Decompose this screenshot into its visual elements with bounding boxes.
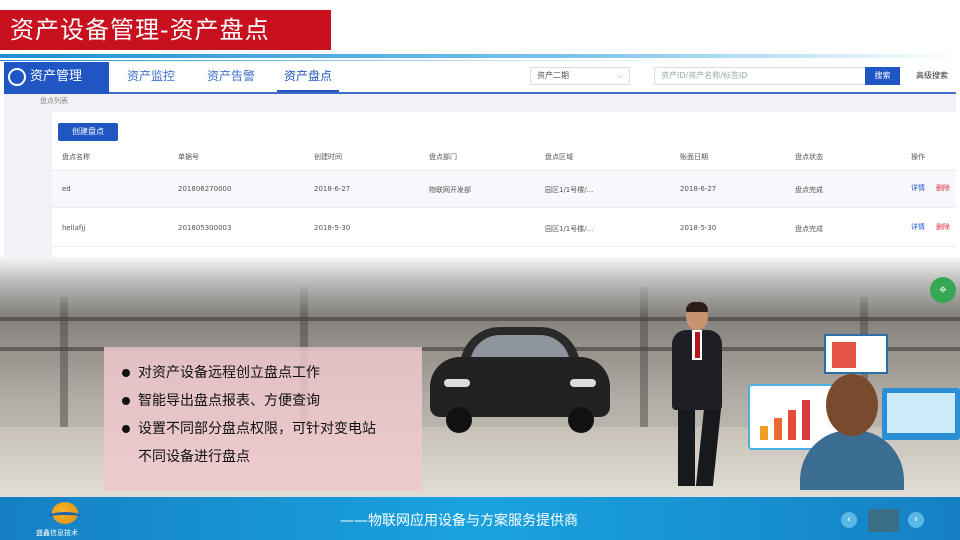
- row-divider: [52, 207, 956, 208]
- report-page: [832, 342, 856, 368]
- logo-wave: [48, 512, 82, 522]
- asset-app-window: 资产管理 资产监控 资产告警 资产盘点 资产二期 ⌵ 资产ID/资产名称/标签I…: [4, 62, 956, 257]
- title-divider-thin: [0, 60, 700, 61]
- chart-bar: [802, 400, 810, 440]
- delete-link[interactable]: 删除: [936, 222, 950, 232]
- photo-fade: [0, 257, 960, 317]
- tab-asset-inventory[interactable]: 资产盘点: [277, 62, 339, 92]
- bullet-dot-icon: [122, 425, 130, 433]
- analyst-illustration: [748, 328, 960, 490]
- table-header: 盘点区域: [545, 153, 573, 161]
- chevron-left-icon[interactable]: ‹: [841, 512, 857, 528]
- car-headlight: [570, 379, 596, 387]
- search-button[interactable]: 搜索: [865, 67, 900, 85]
- feature-text: 智能导出盘点报表、方便查询: [138, 393, 320, 409]
- tab-asset-alarm[interactable]: 资产告警: [196, 62, 266, 92]
- chart-bar: [774, 418, 782, 440]
- network-logo-icon: [8, 68, 26, 86]
- detail-link[interactable]: 详情: [911, 222, 925, 232]
- cell-status: 盘点完成: [795, 225, 823, 233]
- pillar: [60, 297, 68, 437]
- bullet-dot-icon: [122, 397, 130, 405]
- chart-bar: [760, 426, 768, 440]
- slide-title: 资产设备管理-资产盘点: [0, 10, 331, 50]
- project-select-value: 资产二期: [537, 71, 569, 80]
- report-book-icon: [824, 334, 888, 374]
- businessman-illustration: [668, 302, 728, 490]
- laptop-screen: [887, 393, 955, 433]
- cell-book-date: 2018-6-27: [680, 185, 717, 193]
- table-header: 操作: [911, 153, 925, 161]
- cell-status: 盘点完成: [795, 186, 823, 194]
- person-head: [826, 374, 878, 436]
- company-name: 盛鑫信息技术: [36, 529, 78, 537]
- slide: 资产设备管理-资产盘点 资产管理 资产监控 资产告警 资产盘点 资产二期 ⌵ 资…: [0, 0, 960, 540]
- feature-item: 对资产设备远程创立盘点工作: [120, 359, 406, 387]
- row-divider: [52, 246, 956, 247]
- cell-created: 2018-6-27: [314, 185, 351, 193]
- chart-bar: [788, 410, 796, 440]
- car-headlight: [444, 379, 470, 387]
- chevron-right-icon[interactable]: ›: [908, 512, 924, 528]
- feature-list: 对资产设备远程创立盘点工作 智能导出盘点报表、方便查询 设置不同部分盘点权限，可…: [104, 347, 422, 490]
- project-select[interactable]: 资产二期 ⌵: [530, 67, 630, 85]
- location-pin-icon: ⌖: [930, 277, 956, 303]
- cell-area: 园区1/1号楼/...: [545, 225, 594, 233]
- cell-dept: 物联网开发部: [429, 186, 471, 194]
- table-header: 盘点状态: [795, 153, 823, 161]
- cell-area: 园区1/1号楼/...: [545, 186, 594, 194]
- feature-text: 对资产设备远程创立盘点工作: [138, 365, 320, 381]
- app-logo-text: 资产管理: [30, 69, 83, 84]
- man-leg: [695, 408, 722, 486]
- cell-doc-no: 201806270000: [178, 185, 232, 193]
- detail-link[interactable]: 详情: [911, 183, 925, 193]
- table-header: 创建时间: [314, 153, 342, 161]
- car-wheel: [568, 407, 594, 433]
- bullet-dot-icon: [122, 369, 130, 377]
- table-header: 账面日期: [680, 153, 708, 161]
- car-illustration: [430, 317, 610, 437]
- create-inventory-button[interactable]: 创建盘点: [58, 123, 118, 141]
- man-hair: [686, 302, 708, 312]
- delete-link[interactable]: 删除: [936, 183, 950, 193]
- table-header: 盘点部门: [429, 153, 457, 161]
- feature-text: 不同设备进行盘点: [138, 449, 250, 465]
- row-divider: [52, 170, 956, 171]
- advanced-search-link[interactable]: 高级搜索: [910, 67, 954, 85]
- tab-asset-monitor[interactable]: 资产监控: [116, 62, 186, 92]
- home-button[interactable]: [868, 509, 899, 532]
- table-header: 单据号: [178, 153, 199, 161]
- inventory-panel: 创建盘点 盘点名称 单据号 创建时间 盘点部门 盘点区域 账面日期 盘点状态 操…: [52, 112, 956, 257]
- feature-text: 设置不同部分盘点权限，可针对变电站: [138, 421, 376, 437]
- table-header: 盘点名称: [62, 153, 90, 161]
- app-logo[interactable]: 资产管理: [4, 62, 109, 94]
- car-wheel: [446, 407, 472, 433]
- man-leg: [678, 408, 695, 486]
- feature-item: 设置不同部分盘点权限，可针对变电站: [120, 415, 406, 443]
- feature-item: 智能导出盘点报表、方便查询: [120, 387, 406, 415]
- footer-slogan: ——物联网应用设备与方案服务提供商: [340, 513, 578, 529]
- chevron-down-icon: ⌵: [616, 71, 623, 80]
- cell-name: hellafjj: [62, 224, 86, 232]
- app-header: 资产管理 资产监控 资产告警 资产盘点 资产二期 ⌵ 资产ID/资产名称/标签I…: [4, 62, 956, 94]
- laptop-icon: [882, 388, 960, 440]
- breadcrumb: 盘点列表: [40, 97, 68, 105]
- feature-item-continued: 不同设备进行盘点: [120, 443, 406, 471]
- cell-name: ed: [62, 185, 71, 193]
- cell-book-date: 2018-5-30: [680, 224, 717, 232]
- cell-created: 2018-5-30: [314, 224, 351, 232]
- title-divider: [0, 54, 960, 58]
- man-tie: [695, 332, 700, 358]
- cell-doc-no: 201805300003: [178, 224, 232, 232]
- search-input[interactable]: 资产ID/资产名称/标签ID: [654, 67, 866, 85]
